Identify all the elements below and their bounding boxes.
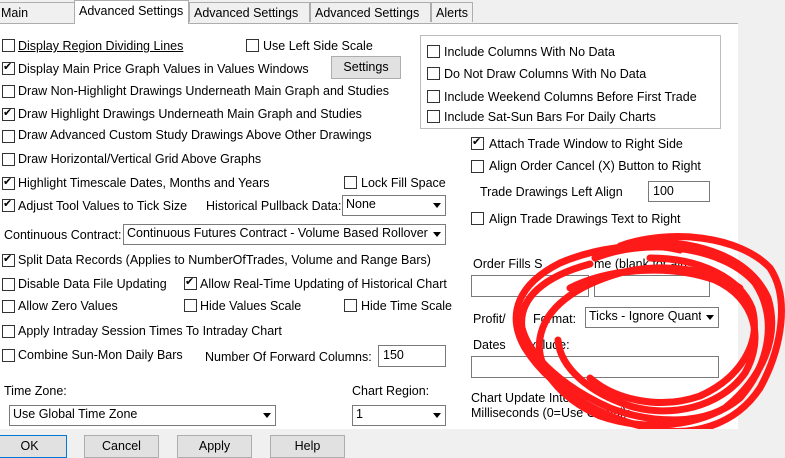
highlight-timescale-checkbox[interactable] — [2, 175, 15, 190]
align-trade-drawings-text-label: Align Trade Drawings Text to Right — [489, 212, 681, 226]
include-columns-no-data-checkbox[interactable] — [427, 45, 440, 58]
continuous-contract-select[interactable]: Continuous Futures Contract - Volume Bas… — [123, 224, 446, 245]
display-region-dividing-lines-label: Display Region Dividing Lines — [18, 39, 184, 53]
draw-grid-above-label: Draw Horizontal/Vertical Grid Above Grap… — [18, 152, 262, 166]
tab-alerts[interactable]: Alerts — [431, 2, 473, 22]
include-sat-sun-checkbox[interactable] — [427, 110, 440, 123]
combine-sun-mon-label: Combine Sun-Mon Daily Bars — [18, 348, 183, 362]
time-zone-label: Time Zone: — [4, 384, 67, 398]
ok-button[interactable]: OK — [0, 435, 67, 458]
chevron-down-icon[interactable] — [428, 406, 445, 425]
tab-main-settings[interactable]: Main Settings — [0, 2, 75, 40]
do-not-draw-columns-checkbox[interactable] — [427, 67, 440, 80]
help-button[interactable]: Help — [270, 435, 345, 458]
chart-region-label: Chart Region: — [352, 384, 430, 398]
split-data-records-checkbox[interactable] — [2, 252, 15, 267]
historical-pullback-value: None — [346, 197, 376, 211]
include-weekend-columns-label: Include Weekend Columns Before First Tra… — [444, 90, 697, 104]
draw-highlight-label: Draw Highlight Drawings Underneath Main … — [18, 107, 362, 121]
hide-time-scale-label: Hide Time Scale — [361, 299, 453, 313]
time-zone-select[interactable]: Use Global Time Zone — [9, 405, 276, 426]
continuous-contract-value: Continuous Futures Contract - Volume Bas… — [127, 226, 443, 240]
do-not-draw-columns-label: Do Not Draw Columns With No Data — [444, 67, 647, 81]
lock-fill-space-label: Lock Fill Space — [361, 176, 446, 190]
tab-advanced-settings-2[interactable]: Advanced Settings 2 — [189, 2, 310, 40]
use-left-side-scale-label: Use Left Side Scale — [263, 39, 373, 53]
settings-button[interactable]: Settings — [331, 56, 401, 79]
draw-advanced-custom-checkbox[interactable] — [2, 130, 15, 143]
align-trade-drawings-text-checkbox[interactable] — [471, 212, 484, 225]
hide-time-scale-checkbox[interactable] — [344, 299, 357, 312]
adjust-tool-values-checkbox[interactable] — [2, 197, 15, 212]
chart-region-select[interactable]: 1 — [352, 405, 446, 426]
combine-sun-mon-checkbox[interactable] — [2, 349, 15, 362]
red-scribble-annotation — [512, 233, 785, 435]
allow-zero-values-label: Allow Zero Values — [18, 299, 118, 313]
apply-intraday-session-label: Apply Intraday Session Times To Intraday… — [18, 324, 282, 338]
apply-button[interactable]: Apply — [177, 435, 252, 458]
include-sat-sun-label: Include Sat-Sun Bars For Daily Charts — [444, 110, 656, 124]
attach-trade-window-label: Attach Trade Window to Right Side — [489, 137, 683, 151]
apply-intraday-session-checkbox[interactable] — [2, 325, 15, 338]
hide-values-scale-checkbox[interactable] — [184, 299, 197, 312]
disable-data-file-updating-label: Disable Data File Updating — [18, 277, 167, 291]
draw-advanced-custom-label: Draw Advanced Custom Study Drawings Abov… — [18, 128, 372, 142]
chevron-down-icon[interactable] — [428, 225, 445, 244]
cancel-button[interactable]: Cancel — [84, 435, 159, 458]
use-left-side-scale-checkbox[interactable] — [246, 39, 259, 52]
highlight-timescale-label: Highlight Timescale Dates, Months and Ye… — [18, 176, 270, 190]
display-region-dividing-lines-checkbox[interactable] — [2, 39, 15, 52]
trade-drawings-left-align-label: Trade Drawings Left Align — [480, 185, 623, 199]
hide-values-scale-label: Hide Values Scale — [200, 299, 302, 313]
historical-pullback-label: Historical Pullback Data: — [206, 199, 342, 213]
tab-advanced-settings-3[interactable]: Advanced Settings 3 — [310, 2, 431, 40]
display-main-price-graph-checkbox[interactable] — [2, 60, 15, 75]
chart-region-value: 1 — [356, 407, 363, 421]
tab-advanced-settings[interactable]: Advanced Settings — [74, 0, 189, 24]
continuous-contract-label: Continuous Contract: — [4, 228, 122, 242]
allow-realtime-updating-checkbox[interactable] — [184, 275, 197, 290]
trade-drawings-left-align-input[interactable]: 100 — [648, 181, 710, 202]
forward-columns-input[interactable]: 150 — [378, 345, 446, 367]
attach-trade-window-checkbox[interactable] — [471, 135, 484, 150]
adjust-tool-values-label: Adjust Tool Values to Tick Size — [18, 199, 188, 213]
align-order-cancel-checkbox[interactable] — [471, 160, 484, 173]
include-weekend-columns-checkbox[interactable] — [427, 90, 440, 103]
disable-data-file-updating-checkbox[interactable] — [2, 278, 15, 291]
split-data-records-label: Split Data Records (Applies to NumberOfT… — [18, 253, 431, 267]
draw-highlight-checkbox[interactable] — [2, 106, 15, 121]
align-order-cancel-label: Align Order Cancel (X) Button to Right — [489, 159, 701, 173]
draw-non-highlight-label: Draw Non-Highlight Drawings Underneath M… — [18, 84, 390, 98]
chevron-down-icon[interactable] — [258, 406, 275, 425]
allow-realtime-updating-label: Allow Real-Time Updating of Historical C… — [200, 277, 447, 291]
allow-zero-values-checkbox[interactable] — [2, 300, 15, 313]
display-main-price-graph-label: Display Main Price Graph Values in Value… — [18, 62, 309, 76]
chevron-down-icon[interactable] — [428, 196, 445, 215]
lock-fill-space-checkbox[interactable] — [344, 176, 357, 189]
include-columns-no-data-label: Include Columns With No Data — [444, 45, 615, 59]
time-zone-value: Use Global Time Zone — [13, 407, 138, 421]
draw-grid-above-checkbox[interactable] — [2, 153, 15, 166]
forward-columns-label: Number Of Forward Columns: — [205, 350, 372, 364]
historical-pullback-select[interactable]: None — [342, 195, 446, 216]
draw-non-highlight-checkbox[interactable] — [2, 85, 15, 98]
